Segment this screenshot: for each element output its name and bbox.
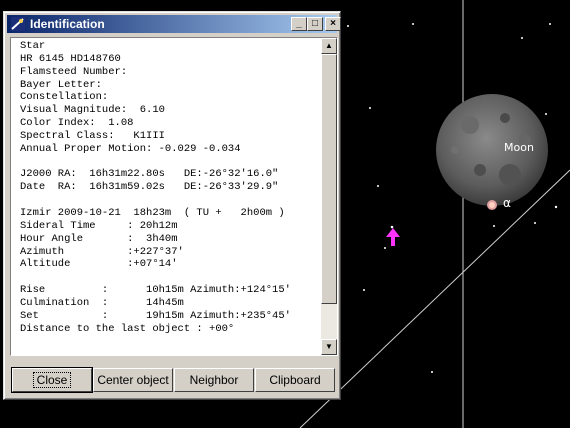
info-line: Visual Magnitude: 6.10 [20, 104, 165, 117]
info-line: Set : 19h15m Azimuth:+235°45' [20, 309, 291, 322]
info-line: Distance to the last object : +00° [20, 322, 235, 335]
info-line: Altitude :+07°14' [20, 258, 178, 271]
info-line: Sideral Time : 20h12m [20, 219, 178, 232]
info-line: Star [20, 40, 46, 52]
info-line: Annual Proper Motion: -0.029 -0.034 [20, 142, 241, 155]
info-line [20, 194, 320, 207]
info-line: Flamsteed Number: [20, 65, 128, 78]
neighbor-button[interactable]: Neighbor [174, 368, 254, 392]
info-text-area[interactable]: Star HR 6145 HD148760 Flamsteed Number: Bay… [10, 37, 338, 356]
info-line: Spectral Class: K1III [20, 129, 165, 142]
center-object-button[interactable]: Center object [93, 368, 173, 392]
minimize-icon[interactable]: _ [291, 17, 307, 31]
close-icon[interactable]: × [325, 17, 341, 31]
clipboard-button[interactable]: Clipboard [255, 368, 335, 392]
info-line: Color Index: 1.08 [20, 117, 134, 130]
title-bar[interactable]: Identification _ □ × [7, 15, 341, 33]
selection-marker-icon [386, 228, 400, 246]
app-icon [11, 17, 25, 31]
info-line: Bayer Letter: [20, 78, 102, 91]
identification-window: Identification _ □ × Star HR 6145 HD14876… [3, 11, 341, 400]
info-line: J2000 RA: 16h31m22.80s DE:-26°32'16.0" [20, 168, 279, 181]
info-line: Date RA: 16h31m59.02s DE:-26°33'29.9" [20, 181, 279, 194]
moon-label: Moon [504, 141, 534, 154]
close-button[interactable]: Close [11, 367, 93, 393]
window-title: Identification [30, 17, 105, 31]
info-line: Constellation: [20, 91, 109, 104]
info-line: HR 6145 HD148760 [20, 52, 121, 65]
info-line [20, 271, 320, 284]
info-line: Azimuth :+227°37' [20, 245, 184, 258]
info-line [20, 156, 320, 169]
scroll-thumb[interactable] [321, 54, 337, 304]
alpha-label: α [503, 196, 511, 210]
vertical-scrollbar[interactable]: ▲ ▼ [321, 38, 337, 355]
info-text: Star HR 6145 HD148760 Flamsteed Number: Bay… [20, 40, 320, 335]
scroll-down-icon[interactable]: ▼ [321, 339, 337, 355]
info-line: Izmir 2009-10-21 18h23m ( TU + 2h00m ) [20, 206, 285, 219]
info-line: Culmination : 14h45m [20, 296, 184, 309]
star-field [347, 23, 558, 373]
info-line: Hour Angle : 3h40m [20, 232, 178, 245]
maximize-icon[interactable]: □ [307, 17, 323, 31]
close-button-label: Close [32, 372, 72, 388]
scroll-up-icon[interactable]: ▲ [321, 38, 337, 54]
info-line: Rise : 10h15m Azimuth:+124°15' [20, 284, 291, 297]
